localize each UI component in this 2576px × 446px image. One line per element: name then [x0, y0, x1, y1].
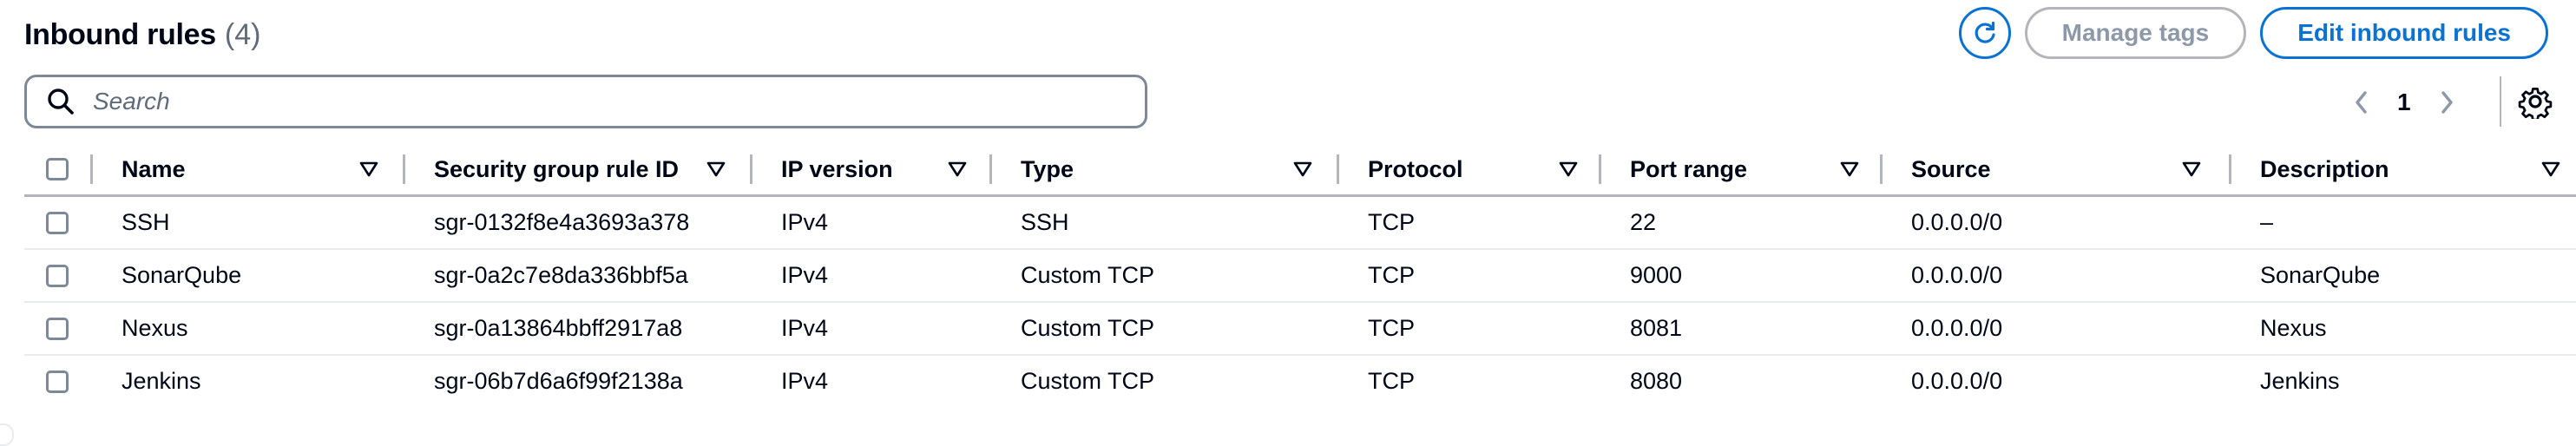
cell-name: SonarQube — [122, 262, 242, 288]
column-separator[interactable] — [1880, 154, 1883, 184]
column-separator[interactable] — [403, 154, 405, 184]
table-header: Name Security group rule ID IP version T… — [24, 144, 2576, 197]
cell-source: 0.0.0.0/0 — [1911, 315, 2003, 341]
column-header-ip-version[interactable]: IP version — [781, 144, 893, 194]
cell-rule-id: sgr-0a2c7e8da336bbf5a — [434, 262, 688, 288]
divider — [2500, 76, 2501, 127]
column-separator[interactable] — [1337, 154, 1339, 184]
column-header-description[interactable]: Description — [2260, 144, 2389, 194]
cell-rule-id: sgr-06b7d6a6f99f2138a — [434, 368, 683, 394]
cell-protocol: TCP — [1368, 209, 1415, 235]
cell-port-range: 22 — [1630, 209, 1657, 235]
sort-icon[interactable] — [2182, 144, 2201, 194]
preferences-button[interactable] — [2517, 83, 2553, 120]
refresh-button[interactable] — [1958, 7, 2011, 59]
table-row[interactable]: SSH sgr-0132f8e4a3693a378 IPv4 SSH TCP 2… — [24, 197, 2576, 250]
cell-type: Custom TCP — [1021, 262, 1155, 288]
sort-icon[interactable] — [359, 144, 378, 194]
column-header-source[interactable]: Source — [1911, 144, 1991, 194]
cell-rule-id: sgr-0132f8e4a3693a378 — [434, 209, 690, 235]
cell-type: SSH — [1021, 209, 1069, 235]
edit-inbound-rules-button[interactable]: Edit inbound rules — [2260, 7, 2548, 59]
row-checkbox[interactable] — [46, 264, 69, 287]
cell-description: Nexus — [2260, 315, 2327, 341]
cell-ip-version: IPv4 — [781, 315, 829, 341]
column-header-protocol[interactable]: Protocol — [1368, 144, 1463, 194]
search-field[interactable] — [24, 75, 1147, 128]
cell-description: SonarQube — [2260, 262, 2381, 288]
sort-icon[interactable] — [706, 144, 726, 194]
sort-icon[interactable] — [2541, 144, 2560, 194]
pagination: 1 — [2352, 80, 2456, 125]
refresh-icon — [1975, 21, 1995, 43]
column-separator[interactable] — [750, 154, 752, 184]
inbound-rules-table: Name Security group rule ID IP version T… — [24, 144, 2576, 407]
cell-ip-version: IPv4 — [781, 368, 829, 394]
sort-icon[interactable] — [1559, 144, 1578, 194]
next-page-button[interactable] — [2437, 89, 2456, 115]
cell-description: – — [2260, 209, 2274, 235]
gear-icon — [2518, 88, 2553, 119]
cell-source: 0.0.0.0/0 — [1911, 209, 2003, 235]
column-separator[interactable] — [90, 154, 93, 184]
row-checkbox[interactable] — [46, 211, 69, 234]
table-row[interactable]: Jenkins sgr-06b7d6a6f99f2138a IPv4 Custo… — [24, 356, 2576, 407]
table-row[interactable]: SonarQube sgr-0a2c7e8da336bbf5a IPv4 Cus… — [24, 250, 2576, 303]
table-row[interactable]: Nexus sgr-0a13864bbff2917a8 IPv4 Custom … — [24, 303, 2576, 356]
cell-protocol: TCP — [1368, 315, 1415, 341]
cell-type: Custom TCP — [1021, 368, 1155, 394]
cell-ip-version: IPv4 — [781, 209, 829, 235]
header-actions: Manage tags Edit inbound rules — [1958, 7, 2548, 59]
page-title: Inbound rules — [24, 17, 216, 51]
cell-name: Nexus — [122, 315, 188, 341]
cell-description: Jenkins — [2260, 368, 2340, 394]
cell-port-range: 8081 — [1630, 315, 1683, 341]
cell-protocol: TCP — [1368, 368, 1415, 394]
cell-source: 0.0.0.0/0 — [1911, 262, 2003, 288]
column-separator[interactable] — [989, 154, 992, 184]
column-header-type[interactable]: Type — [1021, 144, 1074, 194]
sort-icon[interactable] — [1293, 144, 1312, 194]
cell-source: 0.0.0.0/0 — [1911, 368, 2003, 394]
search-icon — [46, 84, 81, 119]
rule-count: (4) — [224, 17, 261, 51]
search-input[interactable] — [91, 87, 1093, 116]
cell-port-range: 8080 — [1630, 368, 1683, 394]
panel-header: Inbound rules (4) — [24, 12, 260, 57]
chevron-right-icon — [2441, 91, 2453, 114]
column-header-name[interactable]: Name — [122, 144, 186, 194]
cell-ip-version: IPv4 — [781, 262, 829, 288]
cell-protocol: TCP — [1368, 262, 1415, 288]
cell-port-range: 9000 — [1630, 262, 1683, 288]
cell-rule-id: sgr-0a13864bbff2917a8 — [434, 315, 683, 341]
sort-icon[interactable] — [1840, 144, 1859, 194]
container-corner — [0, 423, 14, 446]
manage-tags-button[interactable]: Manage tags — [2024, 7, 2247, 59]
sort-icon[interactable] — [948, 144, 967, 194]
row-checkbox[interactable] — [46, 317, 69, 340]
column-separator[interactable] — [1599, 154, 1601, 184]
select-all-checkbox[interactable] — [46, 158, 69, 180]
row-checkbox[interactable] — [46, 370, 69, 393]
page-number[interactable]: 1 — [2397, 89, 2411, 116]
cell-type: Custom TCP — [1021, 315, 1155, 341]
prev-page-button[interactable] — [2352, 89, 2371, 115]
cell-name: SSH — [122, 209, 170, 235]
column-header-port-range[interactable]: Port range — [1630, 144, 1747, 194]
chevron-left-icon — [2356, 91, 2367, 114]
column-header-rule-id[interactable]: Security group rule ID — [434, 144, 679, 194]
column-separator[interactable] — [2229, 154, 2231, 184]
cell-name: Jenkins — [122, 368, 201, 394]
